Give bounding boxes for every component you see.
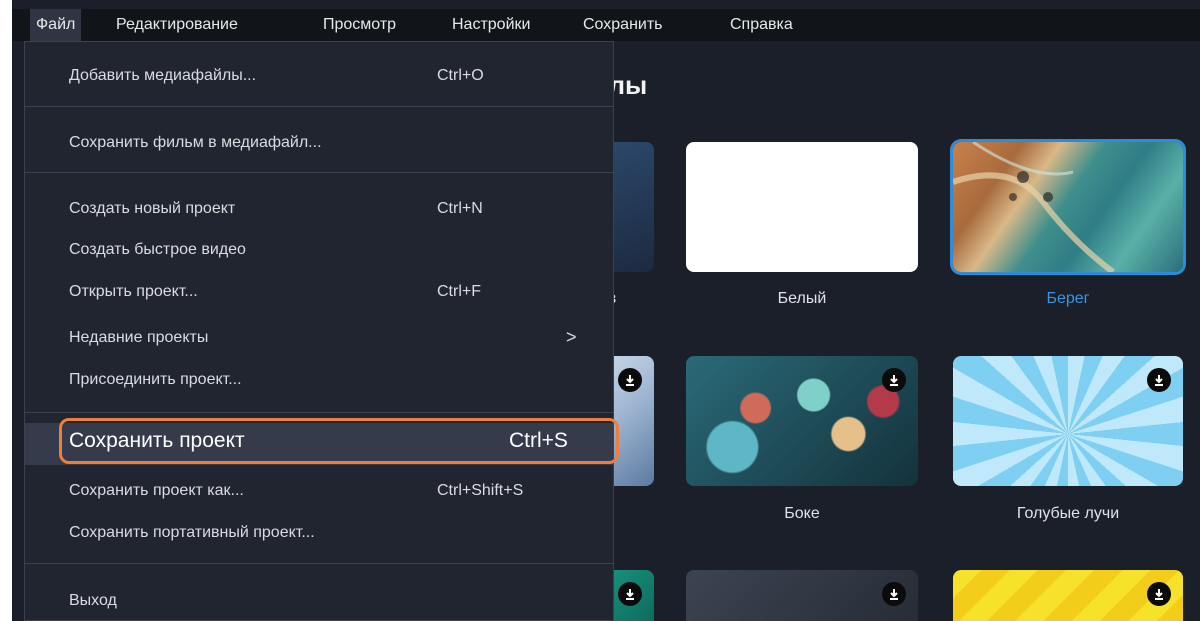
menu-item-save-portable[interactable]: Сохранить портативный проект... [25, 516, 613, 550]
menu-item-exit[interactable]: Выход [25, 584, 613, 618]
download-icon[interactable] [1147, 368, 1171, 392]
chevron-right-icon: > [566, 327, 577, 347]
tile-bokeh-label: Боке [784, 505, 820, 522]
menu-item-label: Присоединить проект... [69, 371, 242, 388]
menu-item-shortcut: Ctrl+S [509, 429, 568, 452]
menu-item-label: Создать быстрое видео [69, 241, 246, 258]
shore-texture [953, 142, 1115, 272]
menu-edit-label: Редактирование [116, 16, 238, 33]
menu-view-label: Просмотр [323, 16, 397, 33]
menu-item-new-project[interactable]: Создать новый проект Ctrl+N [25, 192, 613, 226]
menu-item-add-media[interactable]: Добавить медиафайлы... Ctrl+O [25, 59, 613, 93]
menu-item-label: Сохранить проект [69, 429, 245, 452]
menu-settings[interactable]: Настройки [446, 9, 536, 41]
menu-help[interactable]: Справка [724, 9, 799, 41]
menu-file[interactable]: Файл [30, 9, 82, 41]
download-icon[interactable] [618, 368, 642, 392]
menu-separator [25, 106, 613, 107]
tile-bokeh[interactable] [686, 356, 918, 486]
menu-save-label: Сохранить [583, 16, 663, 33]
menu-item-append-project[interactable]: Присоединить проект... [25, 363, 613, 397]
menu-help-label: Справка [730, 16, 793, 33]
menu-item-recent-projects[interactable]: Недавние проекты > [25, 321, 613, 355]
menu-item-label: Сохранить проект как... [69, 482, 244, 499]
menu-item-label: Недавние проекты [69, 329, 209, 346]
menu-separator [25, 412, 613, 413]
menu-bar: Файл Редактирование Просмотр Настройки С… [12, 9, 1200, 41]
menu-separator [25, 172, 613, 173]
menu-item-label: Сохранить фильм в медиафайл... [69, 134, 322, 151]
tile-dark[interactable] [686, 570, 918, 621]
menu-save[interactable]: Сохранить [577, 9, 669, 41]
download-icon[interactable] [882, 368, 906, 392]
menu-item-save-project[interactable]: Сохранить проект Ctrl+S [25, 423, 613, 465]
menu-item-label: Сохранить портативный проект... [69, 524, 315, 541]
download-icon[interactable] [1147, 582, 1171, 606]
tile-shore-label: Берег [1046, 290, 1090, 307]
menu-separator [25, 563, 613, 564]
tile-blue-rays[interactable] [953, 356, 1183, 486]
menu-item-label: Открыть проект... [69, 283, 198, 300]
tile-blue-rays-label: Голубые лучи [1016, 505, 1120, 522]
menu-item-label: Добавить медиафайлы... [69, 67, 257, 84]
menu-view[interactable]: Просмотр [317, 9, 402, 41]
tile-yellow[interactable] [953, 570, 1183, 621]
tile-shore[interactable] [953, 142, 1183, 272]
file-menu: Добавить медиафайлы... Ctrl+O Сохранить … [24, 41, 614, 621]
menu-item-quick-video[interactable]: Создать быстрое видео [25, 233, 613, 267]
menu-item-save-project-as[interactable]: Сохранить проект как... Ctrl+Shift+S [25, 474, 613, 508]
tile-white-label: Белый [777, 290, 827, 307]
menu-item-shortcut: Ctrl+N [437, 200, 483, 217]
menu-item-save-movie[interactable]: Сохранить фильм в медиафайл... [25, 126, 613, 160]
menu-file-label: Файл [36, 16, 76, 33]
download-icon[interactable] [618, 582, 642, 606]
app-window: Файл Редактирование Просмотр Настройки С… [12, 0, 1200, 621]
download-icon[interactable] [882, 582, 906, 606]
menu-edit[interactable]: Редактирование [110, 9, 244, 41]
menu-item-shortcut: Ctrl+Shift+S [437, 482, 524, 499]
menu-item-label: Выход [69, 592, 117, 609]
menu-settings-label: Настройки [452, 16, 531, 33]
tile-white[interactable] [686, 142, 918, 272]
menu-item-label: Создать новый проект [69, 200, 236, 217]
menu-item-shortcut: Ctrl+O [437, 67, 484, 84]
menu-item-shortcut: Ctrl+F [437, 283, 481, 300]
menu-item-open-project[interactable]: Открыть проект... Ctrl+F [25, 275, 613, 309]
